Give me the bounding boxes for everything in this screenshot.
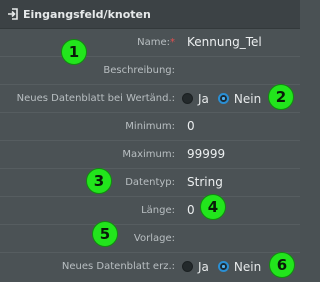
radio-nein[interactable] (217, 93, 229, 104)
callout-badge-5: 5 (92, 221, 118, 247)
callout-badge-3: 3 (86, 168, 112, 194)
callout-badge-2: 2 (268, 84, 294, 110)
datentyp-field[interactable]: String (187, 169, 223, 196)
neues-datenblatt-erz-label: Neues Datenblatt erz.: (61, 261, 175, 272)
minimum-field[interactable]: 0 (187, 113, 195, 140)
required-mark: * (170, 37, 175, 48)
row-neues-datenblatt-erz: Neues Datenblatt erz.: Ja Nein (0, 253, 300, 281)
radio-ja-label[interactable]: Ja (198, 92, 209, 106)
name-field[interactable]: Kennung_Tel (187, 29, 262, 56)
row-vorlage: Vorlage: (0, 225, 300, 253)
callout-badge-1: 1 (61, 39, 87, 65)
row-minimum: Minimum: 0 (0, 113, 300, 141)
radio-ja[interactable] (182, 93, 193, 104)
row-name: Name:* Kennung_Tel (0, 29, 300, 57)
row-neues-datenblatt-wertaend: Neues Datenblatt bei Wertänd.: Ja Nein (0, 85, 300, 113)
row-laenge: Länge: 0 (0, 197, 300, 225)
maximum-field[interactable]: 99999 (187, 141, 225, 168)
datentyp-label: Datentyp: (125, 177, 175, 188)
radio-nein-label[interactable]: Nein (234, 92, 261, 106)
callout-badge-4: 4 (200, 194, 226, 220)
vorlage-label: Vorlage: (133, 233, 175, 244)
beschreibung-label: Beschreibung: (103, 65, 175, 76)
beschreibung-field[interactable] (187, 57, 287, 84)
sign-in-icon (7, 8, 19, 20)
panel-title: Eingangsfeld/knoten (23, 7, 151, 21)
laenge-field[interactable]: 0 (187, 197, 195, 224)
radio-ja[interactable] (182, 261, 193, 272)
radio-nein-label[interactable]: Nein (234, 260, 261, 274)
properties-panel: Eingangsfeld/knoten Name:* Kennung_Tel B… (0, 0, 300, 282)
maximum-label: Maximum: (122, 149, 175, 160)
neues-datenblatt-erz-radio-group: Ja Nein (182, 253, 270, 280)
panel-header: Eingangsfeld/knoten (0, 0, 300, 29)
vorlage-field[interactable] (187, 225, 287, 252)
callout-badge-6: 6 (269, 252, 295, 278)
row-maximum: Maximum: 99999 (0, 141, 300, 169)
name-label: Name:* (137, 37, 175, 48)
radio-nein[interactable] (217, 261, 229, 272)
radio-ja-label[interactable]: Ja (198, 260, 209, 274)
laenge-label: Länge: (141, 205, 175, 216)
row-datentyp: Datentyp: String (0, 169, 300, 197)
row-beschreibung: Beschreibung: (0, 57, 300, 85)
minimum-label: Minimum: (125, 121, 175, 132)
neues-datenblatt-wertaend-label: Neues Datenblatt bei Wertänd.: (16, 93, 175, 104)
neues-datenblatt-wertaend-radio-group: Ja Nein (182, 85, 270, 112)
